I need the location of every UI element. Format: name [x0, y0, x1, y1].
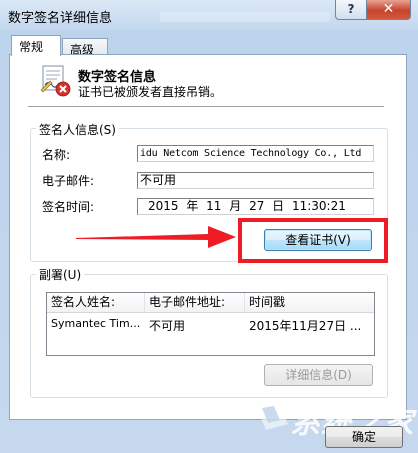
signing-time-field[interactable]: 2015 年 11 月 27 日 11:30:21: [137, 198, 374, 215]
email-field[interactable]: 不可用: [137, 172, 374, 189]
cell-signer-name: Symantec Tim...: [51, 317, 141, 330]
ok-button[interactable]: 确定: [325, 426, 403, 448]
countersignature-legend: 副署(U): [36, 266, 85, 283]
tab-general[interactable]: 常规: [11, 35, 61, 56]
title-bar-blur: [160, 12, 330, 22]
countersignature-list[interactable]: 签名人姓名: 电子邮件地址: 时间戳 Symantec Tim... 不可用 2…: [46, 292, 375, 356]
window-title: 数字签名详细信息: [8, 11, 113, 26]
close-icon: ✕: [382, 1, 395, 17]
list-header: 签名人姓名: 电子邮件地址: 时间戳: [47, 293, 374, 313]
cell-timestamp: 2015年11月27日 ...: [249, 319, 362, 333]
certificate-revoked-icon: [40, 65, 71, 97]
column-header-signer-name[interactable]: 签名人姓名:: [47, 293, 145, 313]
help-button[interactable]: ?: [335, 0, 367, 20]
column-header-timestamp[interactable]: 时间戳: [245, 293, 374, 313]
dialog-window: 数字签名详细信息 ? ✕ 常规 高级 数字签名信息 证书已被颁发者直接吊销。 签…: [0, 0, 418, 453]
help-icon: ?: [347, 2, 355, 16]
list-item[interactable]: Symantec Tim... 不可用 2015年11月27日 ...: [47, 317, 374, 335]
close-button[interactable]: ✕: [366, 0, 411, 20]
signer-info-legend: 签名人信息(S): [36, 121, 119, 138]
column-header-email[interactable]: 电子邮件地址:: [145, 293, 245, 313]
cell-email: 不可用: [149, 319, 186, 333]
email-label: 电子邮件:: [42, 174, 95, 188]
view-certificate-button[interactable]: 查看证书(V): [264, 229, 372, 251]
certificate-status-text: 证书已被颁发者直接吊销。: [78, 85, 223, 99]
header-divider: [28, 106, 384, 108]
red-arrow-annotation: [76, 226, 236, 248]
signing-time-label: 签名时间:: [42, 200, 95, 214]
details-button[interactable]: 详细信息(D): [264, 364, 373, 386]
name-field[interactable]: idu Netcom Science Technology Co., Ltd: [137, 145, 374, 162]
name-label: 名称:: [42, 148, 71, 162]
